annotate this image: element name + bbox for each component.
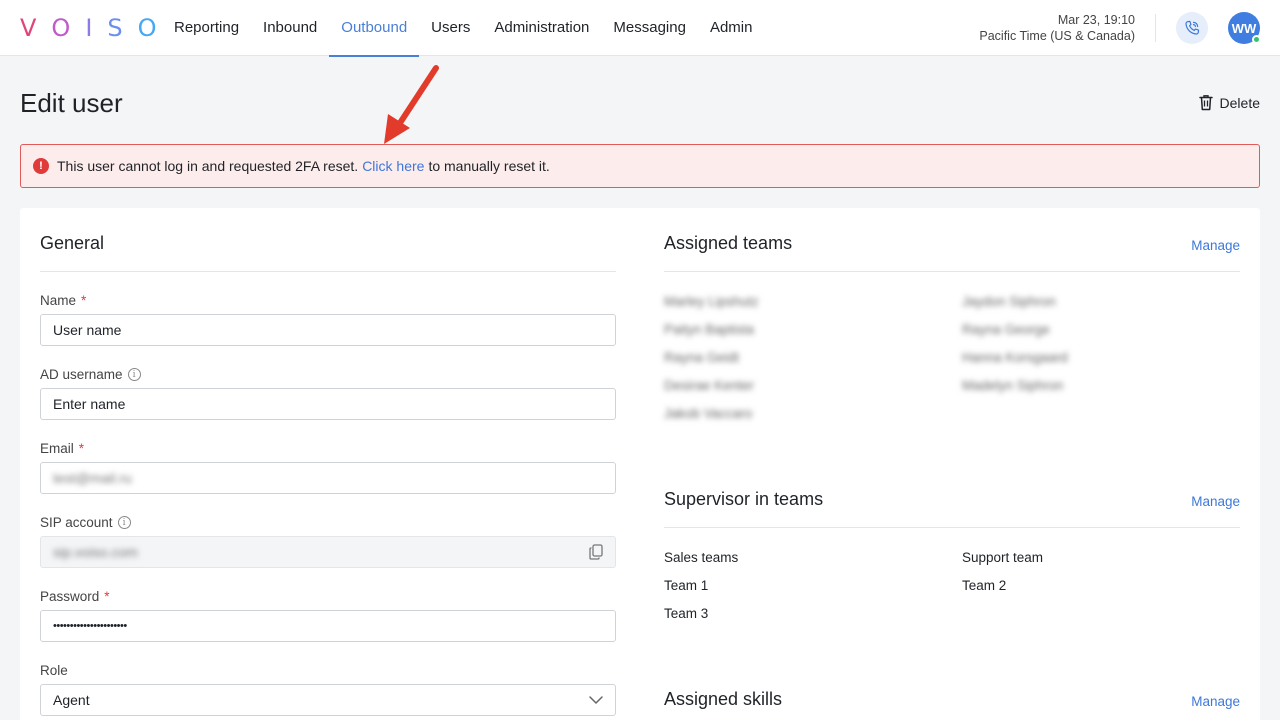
logo-letter: O (51, 14, 71, 42)
general-divider (40, 271, 616, 272)
manage-assigned-teams-link[interactable]: Manage (1191, 238, 1240, 253)
assigned-teams-title: Assigned teams (664, 233, 793, 253)
name-input[interactable]: User name (40, 314, 616, 346)
name-label: Name * (40, 293, 86, 308)
manage-assigned-skills-link[interactable]: Manage (1191, 694, 1240, 709)
ad-username-input[interactable]: Enter name (40, 388, 616, 420)
supervisor-teams-title: Supervisor in teams (664, 489, 824, 509)
annotation-arrow (384, 65, 439, 144)
ad-username-label: AD username i (40, 367, 141, 382)
chevron-down-icon (589, 696, 603, 704)
email-value: test@mail.ru (53, 470, 132, 486)
top-bar: V O I S O Reporting Inbound Outbound Use… (0, 0, 1280, 57)
role-select[interactable]: Agent (40, 684, 616, 716)
required-mark: * (81, 293, 87, 308)
name-label-text: Name (40, 293, 77, 308)
role-label-text: Role (40, 663, 68, 678)
online-status-dot (1252, 35, 1261, 44)
phone-icon (1185, 20, 1200, 35)
logo-letter: V (20, 14, 37, 42)
2fa-reset-alert: ! This user cannot log in and requested … (20, 144, 1260, 188)
team-item: Team 1 (664, 578, 709, 593)
ad-username-label-text: AD username (40, 367, 123, 382)
team-item: Sales teams (664, 550, 739, 565)
team-item: Team 3 (664, 606, 709, 621)
email-label: Email * (40, 441, 84, 456)
team-item: Madelyn Siphron (962, 378, 1064, 393)
email-label-text: Email (40, 441, 74, 456)
nav-administration[interactable]: Administration (482, 0, 601, 56)
supervisor-teams-divider (664, 527, 1240, 528)
password-label: Password * (40, 589, 110, 604)
main-nav: Reporting Inbound Outbound Users Adminis… (162, 0, 765, 57)
alert-text: This user cannot log in and requested 2F… (57, 158, 359, 174)
sip-label-text: SIP account (40, 515, 113, 530)
copy-icon[interactable] (589, 544, 603, 560)
info-icon[interactable]: i (127, 368, 141, 381)
sip-account-input: sip.voiso.com (40, 536, 616, 568)
nav-inbound[interactable]: Inbound (251, 0, 329, 56)
team-item: Jakob Vaccaro (664, 406, 753, 421)
delete-label: Delete (1219, 94, 1260, 111)
user-avatar[interactable]: WW (1228, 12, 1261, 44)
general-title: General (40, 233, 105, 253)
team-item: Jaydon Siphron (962, 294, 1056, 309)
team-item: Rayna George (962, 322, 1050, 337)
nav-reporting[interactable]: Reporting (162, 0, 251, 56)
page-title: Edit user (20, 88, 123, 118)
nav-users[interactable]: Users (419, 0, 482, 56)
manage-supervisor-teams-link[interactable]: Manage (1191, 494, 1240, 509)
role-value: Agent (53, 692, 90, 708)
required-mark: * (78, 441, 85, 456)
team-item: Hanna Korsgaard (962, 350, 1068, 365)
required-mark: * (104, 589, 110, 604)
nav-outbound[interactable]: Outbound (329, 0, 420, 57)
role-label: Role (40, 663, 68, 678)
alert-text-after: to manually reset it. (428, 158, 550, 174)
nav-admin[interactable]: Admin (698, 0, 765, 56)
info-icon[interactable]: i (117, 516, 131, 529)
team-item: Rayna Geidt (664, 350, 740, 365)
team-item: Support team (962, 550, 1044, 565)
nav-messaging[interactable]: Messaging (601, 0, 698, 56)
header-divider (1155, 14, 1156, 42)
team-item: Desirae Kenter (664, 378, 755, 393)
email-input[interactable]: test@mail.ru (40, 462, 616, 494)
logo-letter: I (85, 14, 93, 42)
clock: Mar 23, 19:10 Pacific Time (US & Canada) (979, 12, 1135, 44)
assigned-skills-title: Assigned skills (664, 689, 783, 709)
team-item: Team 2 (962, 578, 1007, 593)
logo-letter: O (137, 14, 157, 42)
clock-datetime: Mar 23, 19:10 (1057, 13, 1135, 27)
password-input[interactable]: •••••••••••••••••••••• (40, 610, 616, 642)
softphone-button[interactable] (1176, 12, 1208, 44)
avatar-initials: WW (1231, 20, 1257, 36)
sip-value: sip.voiso.com (53, 544, 138, 560)
trash-icon (1198, 95, 1213, 111)
clock-timezone: Pacific Time (US & Canada) (979, 29, 1135, 43)
team-item: Paityn Baptista (664, 322, 755, 337)
password-label-text: Password (40, 589, 100, 604)
logo-letter: S (107, 14, 123, 42)
assigned-teams-divider (664, 271, 1240, 272)
team-item: Marley Lipshutz (664, 294, 759, 309)
delete-button[interactable]: Delete (1198, 94, 1260, 111)
reset-2fa-link[interactable]: Click here (362, 158, 424, 174)
sip-label: SIP account i (40, 515, 131, 530)
edit-user-card: General Name * User name AD username i E… (20, 208, 1260, 720)
alert-icon: ! (33, 158, 49, 174)
voiso-logo[interactable]: V O I S O (20, 14, 157, 42)
